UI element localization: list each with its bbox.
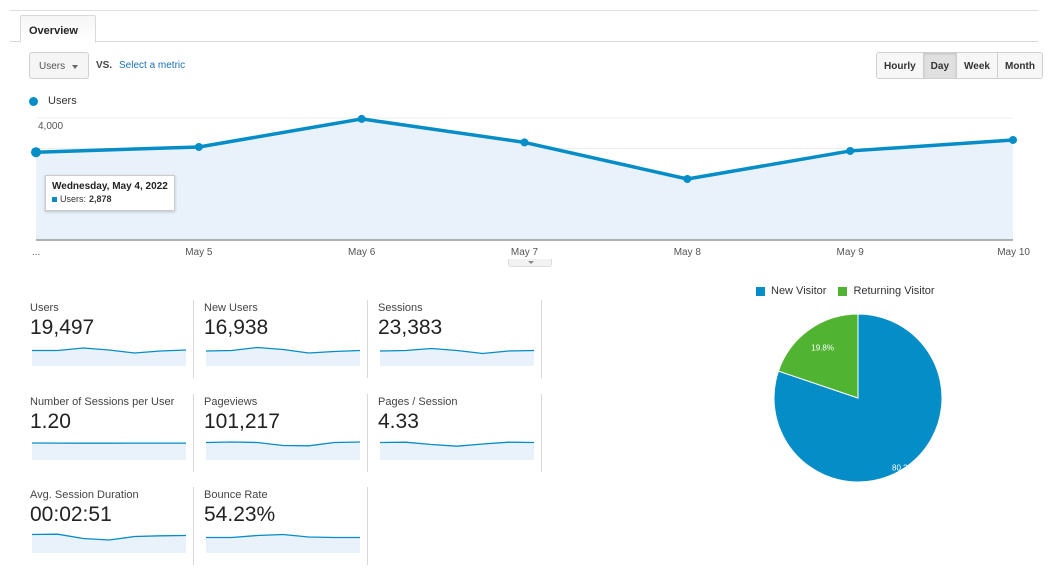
data-point-may-7[interactable] — [520, 138, 529, 147]
sparkline — [206, 533, 360, 553]
scorecard-label: Pageviews — [204, 396, 258, 408]
tooltip-title: Wednesday, May 4, 2022 — [52, 181, 168, 192]
divider — [193, 487, 194, 565]
data-point-may-6[interactable] — [357, 114, 366, 123]
divider — [367, 394, 368, 472]
tooltip-value: 2,878 — [89, 194, 112, 204]
y-tick-label: 4,000 — [38, 121, 63, 132]
tooltip-series: Users: — [60, 194, 87, 204]
x-tick-label: May 10 — [997, 247, 1030, 258]
data-point-may-10[interactable] — [1009, 135, 1017, 144]
data-point-may-5[interactable] — [194, 142, 203, 151]
legend-label-users[interactable]: Users — [48, 95, 77, 107]
series-color-icon — [52, 196, 57, 202]
new-visitor-swatch-icon — [756, 286, 765, 296]
sparkline — [380, 347, 534, 366]
chart-tooltip: Wednesday, May 4, 2022 Users: 2,878 — [45, 175, 175, 211]
tab-bar: Overview — [10, 15, 1038, 43]
legend-label: Returning Visitor — [853, 285, 935, 297]
scorecard-bounce-rate[interactable]: Bounce Rate 54.23% — [204, 489, 372, 559]
users-legend-dot-icon — [29, 96, 38, 106]
data-point-may-4[interactable] — [31, 147, 41, 158]
data-point-may-8[interactable] — [683, 175, 692, 183]
sparkline — [32, 442, 186, 460]
legend-item-returning-visitor[interactable]: Returning Visitor — [838, 285, 935, 297]
divider — [367, 487, 368, 565]
chevron-down-icon — [72, 65, 78, 69]
scorecard-value: 1.20 — [30, 410, 71, 433]
tab-overview[interactable]: Overview — [20, 15, 96, 43]
scorecard-number-of-sessions-per-user[interactable]: Number of Sessions per User 1.20 — [30, 396, 198, 466]
scorecard-label: Avg. Session Duration — [30, 489, 139, 501]
select-metric-link[interactable]: Select a metric — [119, 60, 185, 71]
divider — [193, 394, 194, 472]
divider — [541, 394, 542, 472]
legend-item-new-visitor[interactable]: New Visitor — [756, 285, 826, 297]
week-button[interactable]: Week — [957, 53, 998, 78]
x-tick-label: May 5 — [185, 247, 213, 258]
returning-visitor-swatch-icon — [838, 286, 848, 296]
scorecard-label: Bounce Rate — [204, 489, 268, 501]
day-button[interactable]: Day — [923, 53, 958, 78]
hourly-button[interactable]: Hourly — [877, 53, 924, 78]
pie-legend: New Visitor Returning Visitor — [756, 285, 947, 297]
sparkline-fill — [32, 443, 186, 460]
metric-select-value: Users — [39, 61, 66, 72]
x-tick-label: May 6 — [348, 247, 376, 258]
sparkline — [206, 346, 360, 366]
sparkline-fill — [380, 442, 534, 460]
top-divider — [10, 10, 1038, 11]
pie-slice-label: 80.2% — [892, 463, 915, 472]
visitor-pie-chart: 80.2% 19.8% — [773, 313, 943, 483]
scorecard-label: Pages / Session — [378, 396, 458, 408]
chart-legend: Users — [29, 95, 77, 107]
users-area-fill — [36, 118, 1013, 240]
scorecard-pageviews[interactable]: Pageviews 101,217 — [204, 396, 372, 466]
scorecard-label: Number of Sessions per User — [30, 396, 175, 408]
sparkline — [32, 347, 186, 366]
scorecard-label: Users — [30, 302, 59, 314]
scorecard-users[interactable]: Users 19,497 — [30, 302, 198, 372]
scorecard-pages-session[interactable]: Pages / Session 4.33 — [378, 396, 546, 466]
scorecard-label: Sessions — [378, 302, 423, 314]
legend-label: New Visitor — [771, 285, 827, 297]
sparkline — [206, 441, 360, 460]
scorecard-value: 19,497 — [30, 316, 95, 339]
x-tick-label: May 8 — [674, 247, 702, 258]
x-tick-label: May 9 — [837, 247, 865, 258]
scorecard-value: 23,383 — [378, 316, 443, 339]
pie-slice-label: 19.8% — [811, 344, 834, 353]
divider — [193, 300, 194, 378]
vs-label: VS. — [96, 60, 113, 71]
divider — [367, 300, 368, 378]
data-point-may-9[interactable] — [846, 146, 855, 155]
granularity-toggle: Hourly Day Week Month — [876, 52, 1043, 79]
scorecard-avg-session-duration[interactable]: Avg. Session Duration 00:02:51 — [30, 489, 198, 559]
x-tick-label: ... — [32, 247, 40, 258]
scorecard-value: 101,217 — [204, 410, 280, 433]
sparkline-fill — [32, 534, 186, 553]
sparkline — [32, 533, 186, 553]
month-button[interactable]: Month — [997, 53, 1042, 78]
scorecard-value: 00:02:51 — [30, 503, 112, 526]
chart-expand-handle[interactable] — [508, 259, 552, 267]
chevron-down-icon — [528, 261, 534, 264]
scorecard-new-users[interactable]: New Users 16,938 — [204, 302, 372, 372]
metric-select[interactable]: Users — [29, 52, 89, 79]
scorecard-value: 16,938 — [204, 316, 269, 339]
scorecard-sessions[interactable]: Sessions 23,383 — [378, 302, 546, 372]
sparkline — [380, 441, 534, 460]
x-tick-label: May 7 — [511, 247, 539, 258]
scorecard-label: New Users — [204, 302, 258, 314]
sparkline-fill — [206, 442, 360, 460]
scorecard-value: 4.33 — [378, 410, 419, 433]
scorecard-value: 54.23% — [204, 503, 276, 526]
divider — [541, 300, 542, 378]
